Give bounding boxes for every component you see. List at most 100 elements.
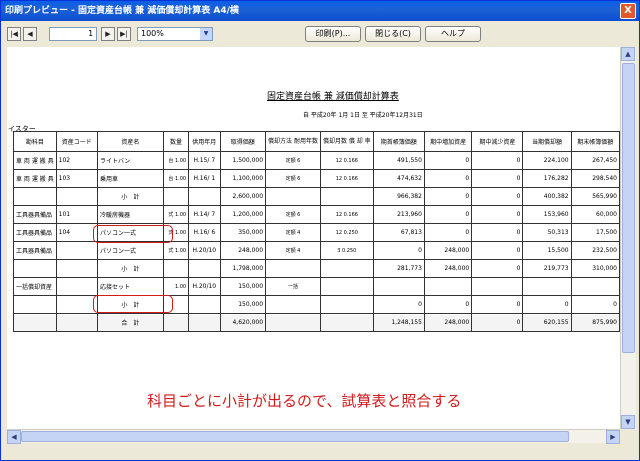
cell-closing: 310,000 <box>570 259 620 278</box>
preview-viewport[interactable]: 固定資産台帳 兼 減価償却計算表 自 平成20年 1月 1日 至 平成20年12… <box>7 47 620 429</box>
subtotal-highlight-box <box>93 225 173 243</box>
prev-page-button[interactable]: ◀ <box>23 27 37 41</box>
cell-opening: 966,382 <box>372 187 425 206</box>
column-header: 資産コード <box>55 131 98 152</box>
scroll-down-icon[interactable]: ▼ <box>621 415 635 429</box>
cell-opening: 67,813 <box>372 223 425 242</box>
cell-decrease <box>471 277 524 296</box>
title-bar[interactable]: 印刷プレビュー - 固定資産台帳 兼 減価償却計算表 A4/横 X <box>1 1 639 21</box>
cell-increase: 0 <box>423 205 473 224</box>
cell-name: 乗用車 <box>96 169 164 188</box>
table-row: 工具器具備品 101 冷暖房機器式 1.00 H.14/ 7 1,200,000 定額 6… <box>13 205 620 224</box>
column-header: 供用年月 <box>188 131 221 152</box>
column-header: 勘科目 <box>13 131 57 152</box>
cell-code: 102 <box>55 151 98 170</box>
cell-closing: 875,990 <box>570 313 620 332</box>
cell-opening: 491,550 <box>372 151 425 170</box>
cell-rate <box>319 277 374 296</box>
chevron-down-icon: ▼ <box>200 28 212 40</box>
cell-cost: 2,600,000 <box>219 187 267 206</box>
cell-name: 応接セット <box>96 277 164 296</box>
cell-name: ライトバン <box>96 151 164 170</box>
cell-depr: 153,960 <box>522 205 572 224</box>
cell-closing: 565,990 <box>570 187 620 206</box>
document-title: 固定資産台帳 兼 減価償却計算表 <box>267 92 399 102</box>
cell-cost: 4,620,000 <box>219 313 267 332</box>
print-button[interactable]: 印刷(P)... <box>305 26 361 42</box>
column-header: 資産名 <box>96 131 164 152</box>
column-header: 数量 <box>162 131 190 152</box>
cell-date: H.14/ 7 <box>188 205 221 224</box>
cell-date <box>188 187 221 206</box>
first-page-button[interactable]: |◀ <box>7 27 21 41</box>
cell-method <box>265 259 321 278</box>
cell-increase: 248,000 <box>423 313 473 332</box>
cell-account: 一括償却資産 <box>13 277 57 296</box>
close-window-icon[interactable]: X <box>620 3 636 19</box>
cell-rate: 12 0.166 <box>319 169 374 188</box>
cell-method <box>265 295 321 314</box>
cell-depr: 620,155 <box>522 313 572 332</box>
horizontal-scrollbar[interactable]: ◀ ▶ <box>7 429 620 444</box>
cell-opening: 281,773 <box>372 259 425 278</box>
cell-decrease: 0 <box>471 187 524 206</box>
cell-increase: 0 <box>423 187 473 206</box>
scroll-up-icon[interactable]: ▲ <box>621 47 635 61</box>
cell-decrease: 0 <box>471 223 524 242</box>
horizontal-scroll-thumb[interactable] <box>21 431 569 442</box>
cell-cost: 1,798,000 <box>219 259 267 278</box>
document-page: 固定資産台帳 兼 減価償却計算表 自 平成20年 1月 1日 至 平成20年12… <box>7 47 620 429</box>
cell-method: 定額 6 <box>265 205 321 224</box>
cell-qty: 1.00 <box>162 277 190 296</box>
cell-date: H.20/10 <box>188 277 221 296</box>
cell-decrease: 0 <box>471 169 524 188</box>
cell-name: 小 計 <box>96 259 164 278</box>
cell-opening: 0 <box>372 295 425 314</box>
vertical-scrollbar[interactable]: ▲ ▼ <box>620 47 636 429</box>
cell-closing <box>570 277 620 296</box>
preview-toolbar: |◀ ◀ 1 ▶ ▶| 100% ▼ 印刷(P)... 閉じる(C) ヘルプ <box>1 21 639 45</box>
cell-account <box>13 295 57 314</box>
cell-qty: 台 1.00 <box>162 151 190 170</box>
cell-code <box>55 277 98 296</box>
table-row: 工具器具備品 パソコン一式式 1.00 H.20/10 248,000 定額 43 0.… <box>13 241 620 260</box>
column-header: 取得価額 <box>219 131 267 152</box>
cell-closing: 0 <box>570 295 620 314</box>
last-page-button[interactable]: ▶| <box>117 27 131 41</box>
cell-increase: 0 <box>423 169 473 188</box>
table-row: 車 両 運 搬 具 102 ライトバン台 1.00 H.15/ 7 1,500,000 定… <box>13 151 620 170</box>
cell-name: 冷暖房機器 <box>96 205 164 224</box>
scroll-right-icon[interactable]: ▶ <box>606 430 620 444</box>
cell-depr: 219,773 <box>522 259 572 278</box>
scroll-left-icon[interactable]: ◀ <box>7 430 21 444</box>
cell-decrease: 0 <box>471 259 524 278</box>
document-period: 自 平成20年 1月 1日 至 平成20年12月31日 <box>303 112 423 119</box>
cell-code <box>55 241 98 260</box>
vertical-scroll-thumb[interactable] <box>622 63 635 353</box>
cell-depr: 176,282 <box>522 169 572 188</box>
close-button[interactable]: 閉じる(C) <box>365 26 421 42</box>
cell-depr: 400,382 <box>522 187 572 206</box>
cell-increase <box>423 277 473 296</box>
cell-account <box>13 313 57 332</box>
cell-depr: 15,500 <box>522 241 572 260</box>
page-number-input[interactable]: 1 <box>49 27 97 41</box>
column-header: 期首帳簿価額 <box>372 131 425 152</box>
cell-qty: 台 1.00 <box>162 169 190 188</box>
cell-code <box>55 187 98 206</box>
cell-account: 工具器具備品 <box>13 205 57 224</box>
cell-method: 定額 4 <box>265 223 321 242</box>
column-header: 当期償却額 <box>522 131 572 152</box>
cell-increase: 0 <box>423 295 473 314</box>
next-page-button[interactable]: ▶ <box>101 27 115 41</box>
zoom-value: 100% <box>141 29 164 38</box>
help-button[interactable]: ヘルプ <box>425 26 481 42</box>
zoom-select[interactable]: 100% ▼ <box>137 27 213 41</box>
cell-depr: 0 <box>522 295 572 314</box>
cell-qty: 式 1.00 <box>162 205 190 224</box>
cell-closing: 267,450 <box>570 151 620 170</box>
cell-account: 車 両 運 搬 具 <box>13 169 57 188</box>
cell-account: 工具器具備品 <box>13 223 57 242</box>
cell-opening: 474,632 <box>372 169 425 188</box>
window-title: 印刷プレビュー - 固定資産台帳 兼 減価償却計算表 A4/横 <box>5 6 239 16</box>
